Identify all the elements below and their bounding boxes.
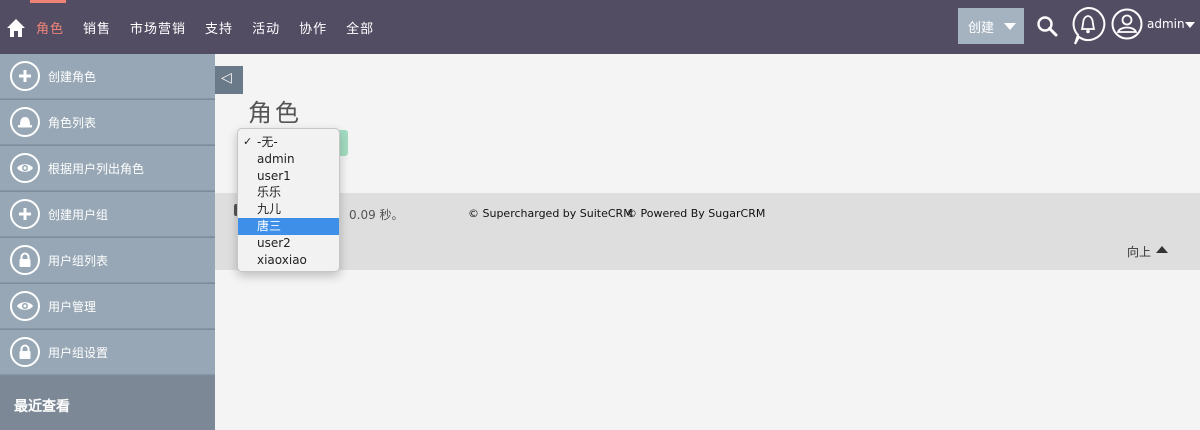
sidebar: 创建角色 角色列表 根据用户列出角色 创建用户组 用户组列表 用户管理 用户组设… xyxy=(0,54,215,430)
search-icon[interactable] xyxy=(1036,15,1058,37)
collapse-arrow-icon: ◁ xyxy=(221,70,232,86)
dropdown-option[interactable]: xiaoxiao xyxy=(238,252,339,269)
dropdown-option-label: user1 xyxy=(257,168,291,183)
sidebar-item-create-group[interactable]: 创建用户组 xyxy=(0,192,215,237)
dropdown-option-label: admin xyxy=(257,151,295,166)
recently-viewed-heading: 最近查看 xyxy=(14,399,70,415)
user-avatar-icon[interactable] xyxy=(1111,8,1143,40)
recently-viewed-section: 最近查看 xyxy=(0,376,215,430)
dropdown-option[interactable]: admin xyxy=(238,151,339,168)
nav-item-all[interactable]: 全部 xyxy=(346,18,374,37)
nav-item-sales[interactable]: 销售 xyxy=(83,18,111,37)
lock-icon xyxy=(10,245,40,275)
eye-icon xyxy=(10,153,40,183)
plus-icon xyxy=(10,61,40,91)
dropdown-option[interactable]: 乐乐 xyxy=(238,184,339,201)
notifications-bell-icon[interactable] xyxy=(1070,6,1106,46)
nav-item-marketing[interactable]: 市场营销 xyxy=(130,18,186,37)
checkmark-icon: ✓ xyxy=(243,135,253,148)
nav-item-activities[interactable]: 活动 xyxy=(252,18,280,37)
sidebar-item-role-list[interactable]: 角色列表 xyxy=(0,100,215,145)
sidebar-item-label: 根据用户列出角色 xyxy=(48,162,145,176)
dropdown-option-label: 乐乐 xyxy=(257,185,282,200)
dropdown-option-label: 九儿 xyxy=(257,202,282,217)
dropdown-option-label: xiaoxiao xyxy=(257,252,307,267)
plus-icon xyxy=(10,199,40,229)
dropdown-option-label: user2 xyxy=(257,235,291,250)
sidebar-item-label: 用户管理 xyxy=(48,300,97,314)
dropdown-option-highlighted[interactable]: 唐三 xyxy=(238,217,339,235)
sidebar-item-label: 创建角色 xyxy=(48,70,97,84)
sidebar-collapse-button[interactable]: ◁ xyxy=(215,66,243,94)
dropdown-option[interactable]: ✓ -无- xyxy=(238,134,339,151)
create-button-label: 创建 xyxy=(968,20,995,36)
back-to-top-link[interactable]: 向上 xyxy=(1127,243,1151,260)
dropdown-option[interactable]: user2 xyxy=(238,235,339,252)
hat-icon xyxy=(10,107,40,137)
user-name[interactable]: admin xyxy=(1147,17,1185,31)
dropdown-option[interactable]: 九儿 xyxy=(238,201,339,218)
sidebar-item-group-list[interactable]: 用户组列表 xyxy=(0,238,215,283)
sidebar-item-user-management[interactable]: 用户管理 xyxy=(0,284,215,329)
caret-up-icon[interactable] xyxy=(1156,246,1168,253)
sidebar-item-label: 角色列表 xyxy=(48,116,97,130)
user-select-dropdown[interactable]: ✓ -无- admin user1 乐乐 九儿 唐三 user2 xiaoxia… xyxy=(237,128,340,272)
sidebar-item-label: 用户组设置 xyxy=(48,346,109,360)
create-button[interactable]: 创建 xyxy=(958,8,1024,44)
sidebar-item-create-role[interactable]: 创建角色 xyxy=(0,54,215,99)
dropdown-option-label: -无- xyxy=(257,135,278,149)
sidebar-item-label: 用户组列表 xyxy=(48,254,109,268)
sidebar-item-group-settings[interactable]: 用户组设置 xyxy=(0,330,215,375)
server-response-time: 0.09 秒。 xyxy=(349,208,404,222)
page-title: 角色 xyxy=(248,99,302,127)
sidebar-item-label: 创建用户组 xyxy=(48,208,109,222)
nav-item-roles[interactable]: 角色 xyxy=(36,18,64,37)
dropdown-option-label: 唐三 xyxy=(257,218,282,233)
caret-down-icon xyxy=(1004,23,1016,30)
dropdown-option[interactable]: user1 xyxy=(238,168,339,185)
nav-item-collaboration[interactable]: 协作 xyxy=(299,18,327,37)
supercharged-credit-link[interactable]: © Supercharged by SuiteCRM xyxy=(468,207,633,220)
main-nav: 角色 销售 市场营销 支持 活动 协作 全部 xyxy=(36,0,393,54)
sidebar-item-roles-by-user[interactable]: 根据用户列出角色 xyxy=(0,146,215,191)
home-icon[interactable] xyxy=(6,18,26,38)
eye-icon xyxy=(10,291,40,321)
footer: 0.09 秒。 © Supercharged by SuiteCRM © Pow… xyxy=(215,193,1200,270)
lock-icon xyxy=(10,337,40,367)
user-menu-caret-icon[interactable] xyxy=(1185,22,1195,28)
powered-by-credit-link[interactable]: © Powered By SugarCRM xyxy=(626,207,765,220)
top-navbar: 角色 销售 市场营销 支持 活动 协作 全部 创建 admin xyxy=(0,0,1200,54)
nav-item-support[interactable]: 支持 xyxy=(205,18,233,37)
